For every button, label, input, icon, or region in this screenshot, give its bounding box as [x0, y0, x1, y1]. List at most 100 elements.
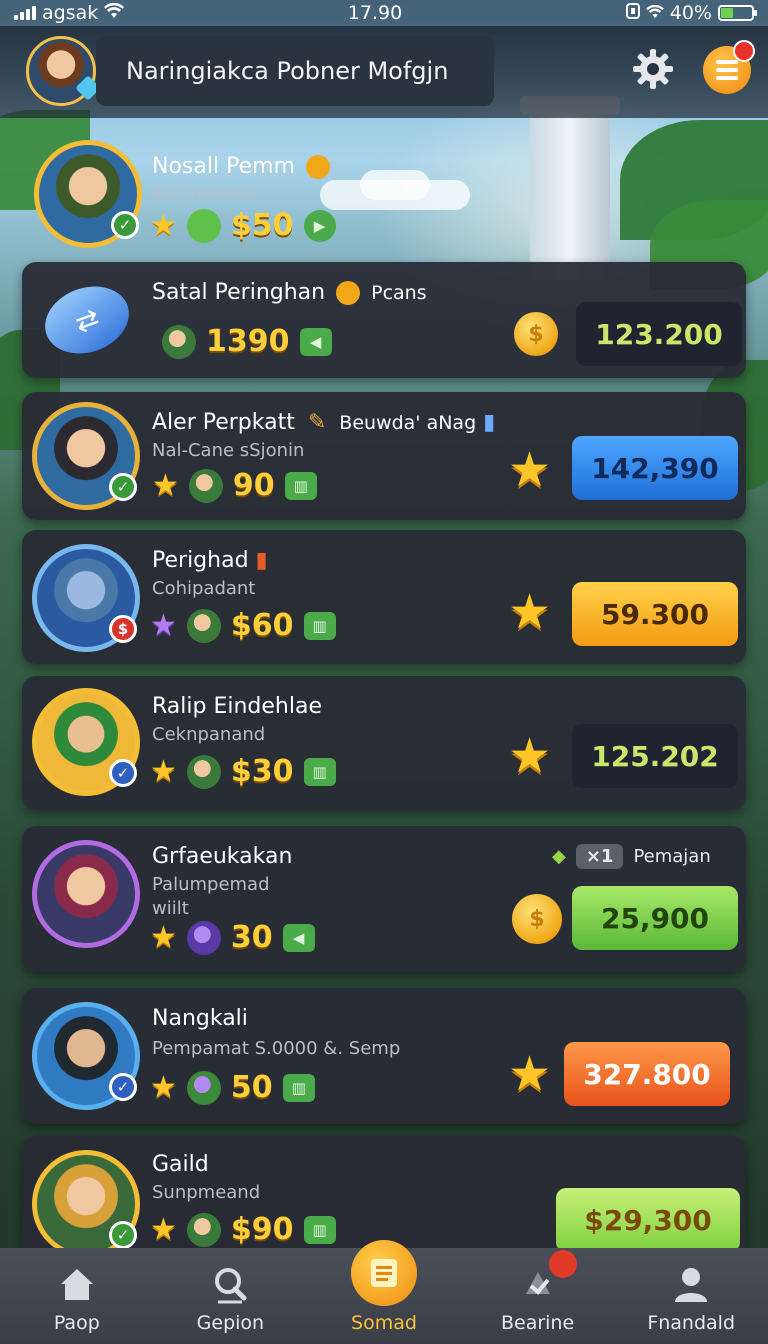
player-name: Grfaeukakan [152, 844, 293, 869]
star-icon: ★ [150, 1069, 177, 1105]
player-value[interactable]: 25,900 [572, 886, 738, 950]
coin-icon: $ [514, 312, 558, 356]
star-icon: ★ [150, 919, 177, 955]
clock: 17.90 [347, 2, 403, 24]
player-amount: 50 [230, 1070, 273, 1105]
multiplier-badge: ×1 [575, 844, 624, 869]
player-amount: 90 [232, 468, 275, 503]
player-value[interactable]: $29,300 [556, 1188, 740, 1252]
nav-item-home[interactable]: Paop [0, 1248, 154, 1344]
user-icon [669, 1262, 713, 1306]
player-name: Gaild [152, 1152, 209, 1177]
featured-value[interactable]: 123.200 [576, 302, 742, 366]
signal-icon [14, 6, 36, 20]
page-title: Naringiakca Pobner Mofgjn [126, 57, 449, 85]
claim-icon[interactable]: ◀ [299, 327, 332, 356]
multiplier-label: Pemajan [633, 846, 711, 867]
player-value[interactable]: 327.800 [564, 1042, 730, 1106]
potion-icon: ▮ [255, 548, 268, 573]
player-avatar: ✓ [32, 1150, 140, 1258]
hero-avatar: ✓ [34, 140, 142, 248]
coin-badge-icon: $ [109, 615, 137, 643]
player-row[interactable]: ✓ Nangkali Pempamat S.0000 &. Semp ★ 50 … [22, 988, 746, 1124]
star-icon: ★ [150, 1211, 177, 1247]
star-icon: ★ [508, 728, 552, 784]
featured-amount: 1390 [206, 324, 290, 359]
player-row[interactable]: Grfaeukakan Palumpemad wiilt ★ 30 ◀ ◆ ×1… [22, 826, 746, 972]
player-avatar[interactable] [26, 36, 101, 106]
swap-token-icon: ⇄ [35, 275, 139, 365]
status-bar: agsak 17.90 40% [0, 0, 768, 26]
player-name: Perighad ▮ [152, 548, 268, 573]
player-stats: ★ 90 ▥ [152, 468, 317, 503]
player-amount: $60 [230, 608, 294, 643]
character-icon [186, 754, 221, 789]
wifi-icon-right [646, 2, 664, 24]
crystal-icon: ◆ [552, 846, 566, 867]
star-icon: ★ [150, 753, 177, 789]
green-orb-icon [186, 208, 221, 243]
hero-player-row[interactable]: ✓ Nosall Pemm Beclimenatoi ★ $50 ▶ [22, 136, 746, 252]
player-value[interactable]: 125.202 [572, 724, 738, 788]
player-name: Aler Perpkatt ✎ Beuwda' aNag ▮ [152, 410, 496, 435]
feather-icon: ✎ [307, 410, 327, 435]
featured-stats: 1390 ◀ [162, 324, 332, 359]
boost-icon[interactable]: ▥ [303, 611, 336, 640]
check-badge-icon: ✓ [109, 473, 137, 501]
player-stats: ★ $90 ▥ [150, 1212, 336, 1247]
star-icon: ★ [508, 1046, 552, 1102]
character-icon [186, 1212, 221, 1247]
player-name: Nangkali [152, 1006, 248, 1031]
boost-icon[interactable]: ▥ [284, 471, 317, 500]
multiplier-tag: ◆ ×1 Pemajan [552, 844, 711, 869]
search-icon [208, 1262, 252, 1306]
potion-icon: ▮ [483, 410, 496, 435]
nav-item-alerts[interactable]: Bearine [461, 1248, 615, 1344]
player-subtitle: Ceknpanand [152, 724, 266, 745]
coin-icon [336, 281, 361, 305]
play-icon[interactable]: ▶ [303, 209, 336, 242]
player-subtitle: Pempamat S.0000 &. Semp [152, 1038, 401, 1059]
player-value[interactable]: 142,390 [572, 436, 738, 500]
player-value[interactable]: 59.300 [572, 582, 738, 646]
nav-item-profile[interactable]: Fnandald [614, 1248, 768, 1344]
nav-item-list[interactable]: Somad [307, 1240, 461, 1344]
settings-button[interactable] [630, 46, 676, 92]
player-avatar: ✓ [32, 1002, 140, 1110]
check-badge-icon: ✓ [109, 1073, 137, 1101]
boost-icon[interactable]: ▥ [303, 1215, 336, 1244]
player-subtitle: Palumpemad [152, 874, 270, 895]
check-badge-icon: ✓ [109, 1221, 137, 1249]
hero-subtitle: Beclimenatoi [152, 184, 257, 203]
player-stats: ★ 50 ▥ [150, 1070, 315, 1105]
character-icon [188, 468, 223, 503]
player-subtitle: Nal-Cane sSjonin [152, 440, 305, 461]
boost-icon[interactable]: ▥ [303, 757, 336, 786]
character-icon [186, 608, 221, 643]
header-title-box: Naringiakca Pobner Mofgjn [96, 36, 494, 106]
star-icon: ★ [508, 442, 552, 498]
player-name: Ralip Eindehlae [152, 694, 322, 719]
player-avatar: ✓ [32, 402, 140, 510]
player-amount: 30 [230, 920, 273, 955]
player-stats: ★ $30 ▥ [150, 754, 336, 789]
featured-row[interactable]: ⇄ Satal Peringhan Pcans 1390 ◀ $ 123.200 [22, 262, 746, 378]
player-stats: ★ 30 ◀ [150, 920, 315, 955]
claim-icon[interactable]: ◀ [282, 923, 315, 952]
nav-item-search[interactable]: Gepion [154, 1248, 308, 1344]
player-row[interactable]: ✓ Aler Perpkatt ✎ Beuwda' aNag ▮ Nal-Can… [22, 392, 746, 520]
player-row[interactable]: ✓ Ralip Eindehlae Ceknpanand ★ $30 ▥ ★ 1… [22, 676, 746, 810]
carrier-label: agsak [42, 2, 99, 24]
star-icon: ★ [508, 584, 552, 640]
hero-name: Nosall Pemm [152, 154, 330, 179]
hero-amount: $50 [230, 208, 294, 243]
check-badge-icon: ✓ [109, 759, 137, 787]
check-badge-icon: ✓ [111, 211, 139, 239]
menu-icon [716, 60, 738, 64]
alert-badge [548, 1250, 577, 1278]
player-row[interactable]: $ Perighad ▮ Cohipadant ★ $60 ▥ ★ 59.300 [22, 530, 746, 664]
boost-icon[interactable]: ▥ [282, 1073, 315, 1102]
menu-button[interactable] [703, 40, 755, 94]
wifi-icon [104, 2, 125, 24]
coin-icon [305, 155, 330, 179]
